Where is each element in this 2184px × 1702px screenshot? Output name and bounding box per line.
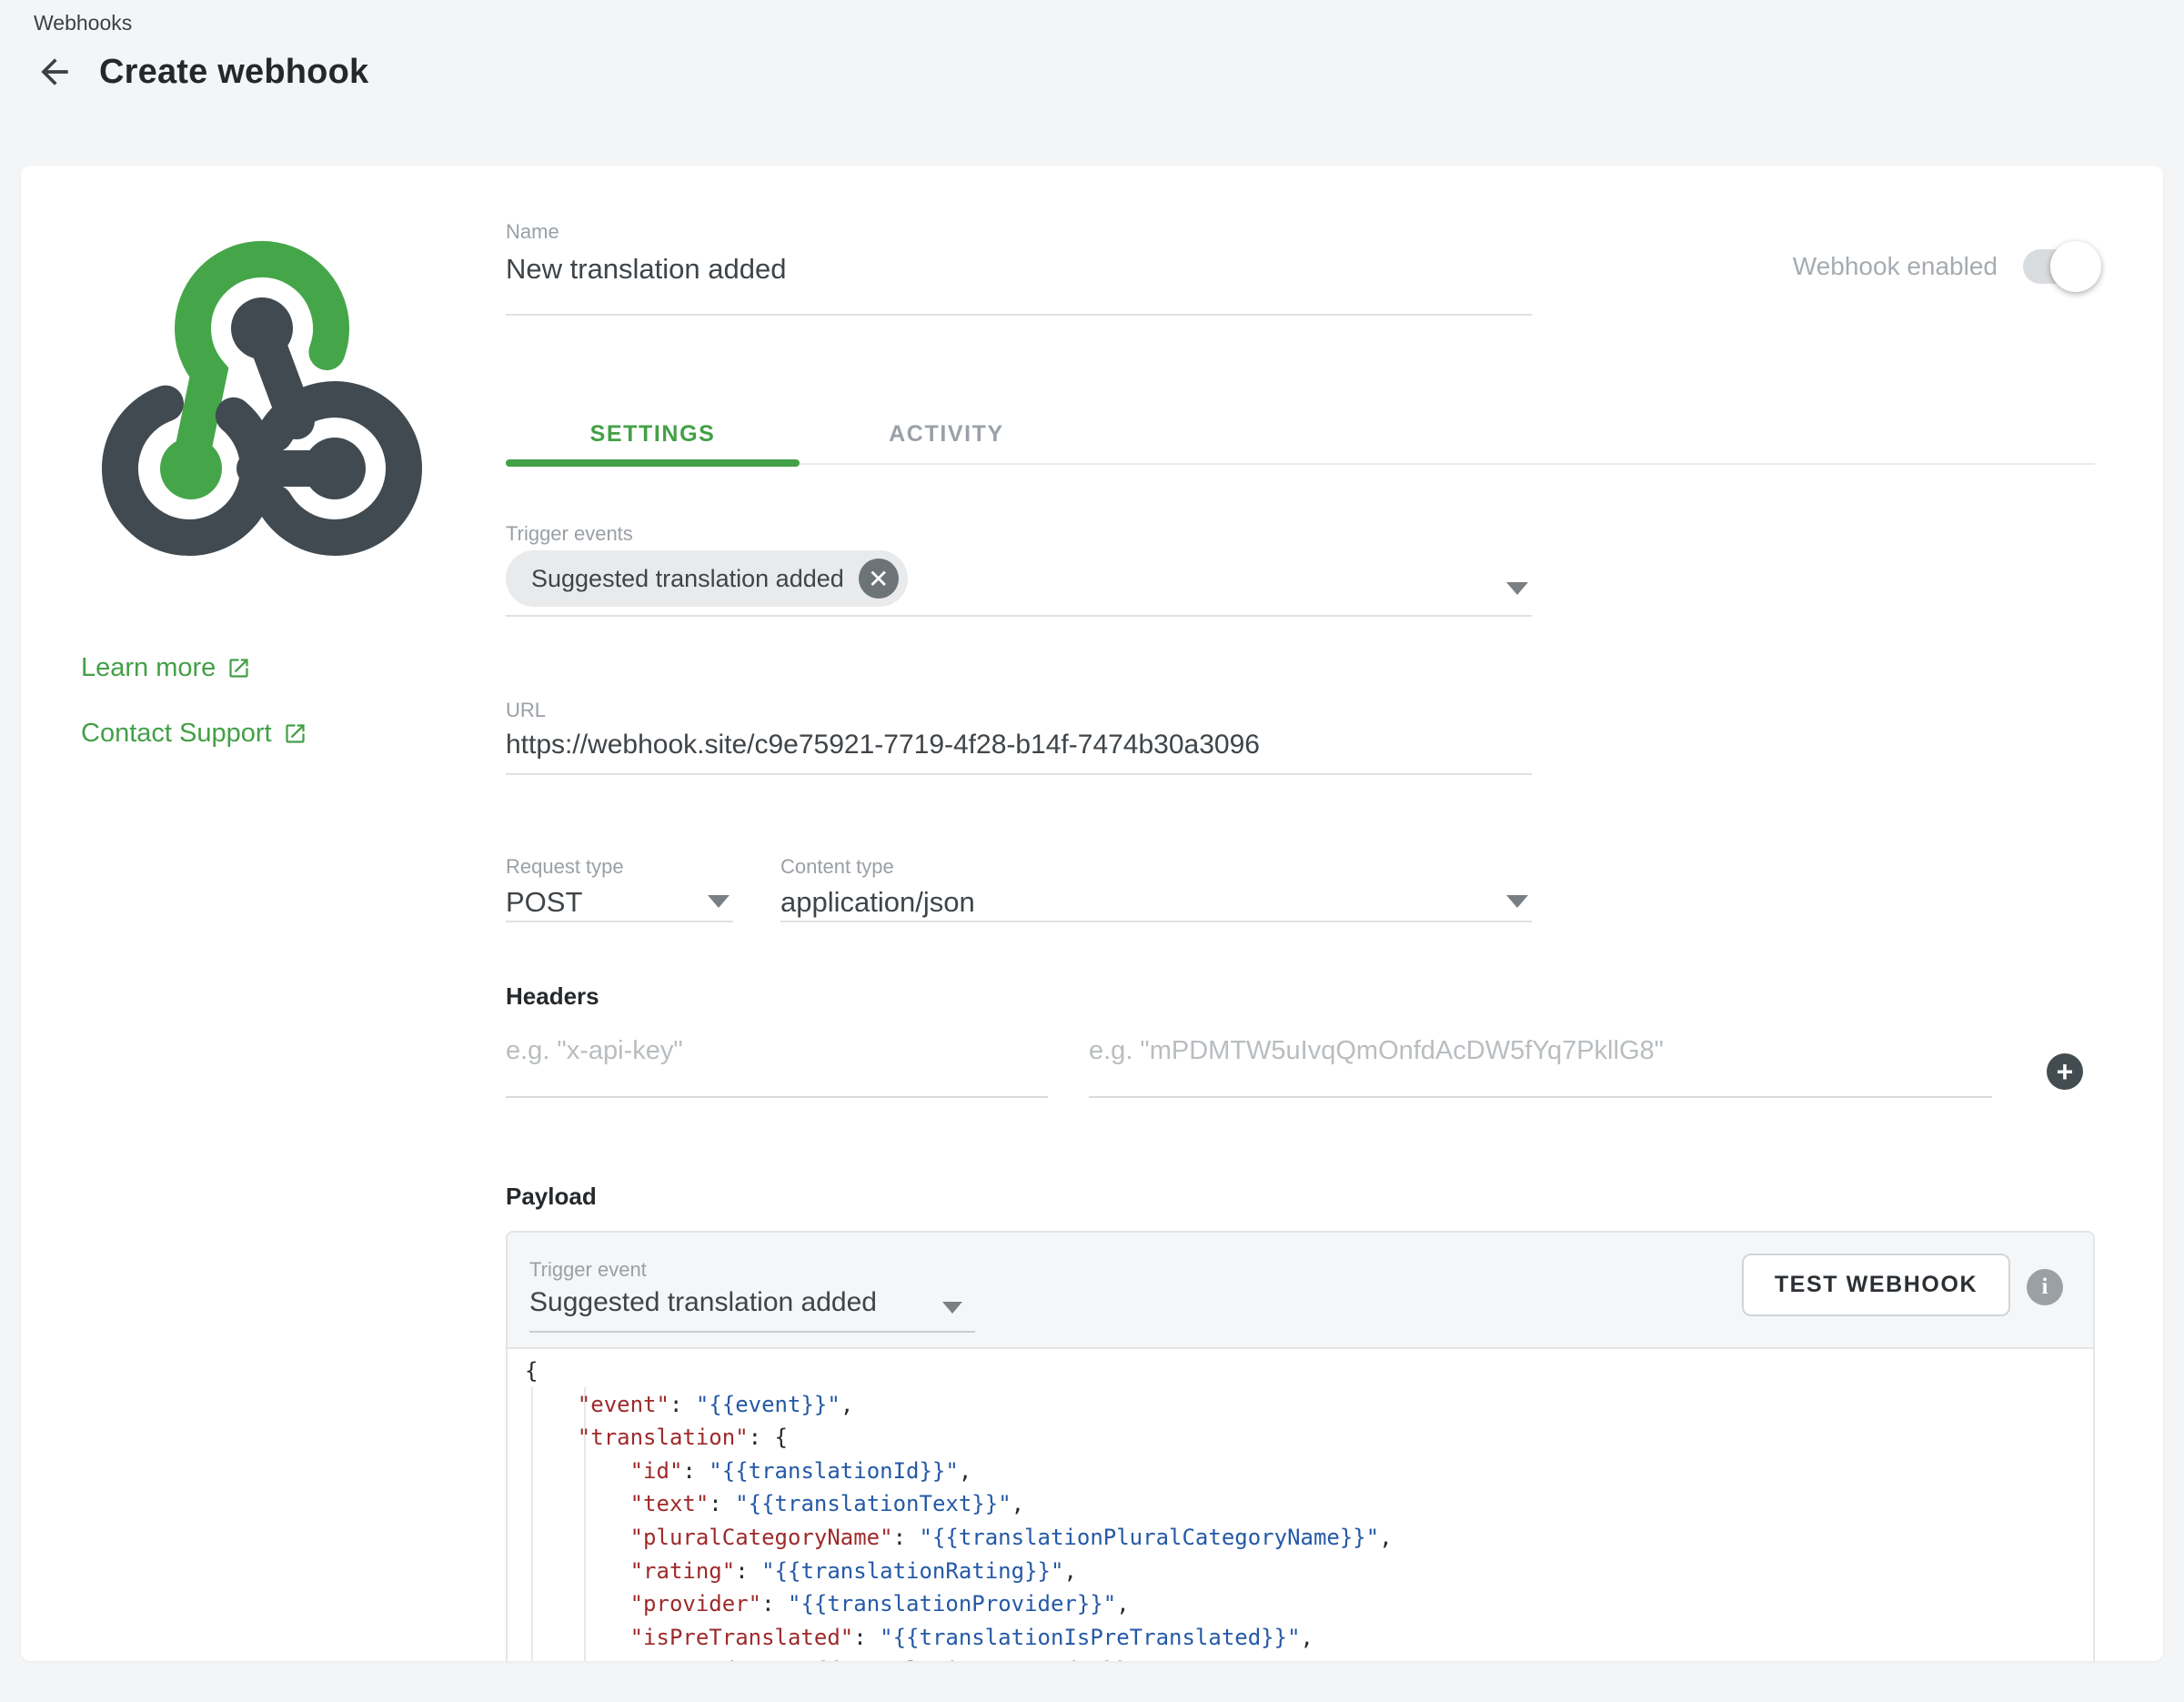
header-key-input[interactable] bbox=[506, 1024, 1048, 1077]
webhook-enabled-label: Webhook enabled bbox=[1793, 252, 1998, 281]
header-value-underline bbox=[1089, 1096, 1992, 1098]
name-label: Name bbox=[506, 220, 559, 244]
request-type-select[interactable]: POST bbox=[506, 886, 582, 919]
arrow-back-icon bbox=[35, 52, 75, 92]
webhook-enabled-row: Webhook enabled bbox=[1793, 249, 2092, 284]
tab-bar: SETTINGS ACTIVITY bbox=[506, 409, 1093, 459]
payload-code: { "event": "{{event}}", "translation": {… bbox=[525, 1355, 1393, 1661]
name-underline bbox=[506, 314, 1532, 316]
active-tab-indicator bbox=[506, 459, 800, 467]
url-label: URL bbox=[506, 699, 546, 722]
payload-trigger-event-select[interactable]: Suggested translation added bbox=[529, 1287, 877, 1318]
learn-more-label: Learn more bbox=[81, 653, 216, 683]
trigger-events-underline[interactable] bbox=[506, 615, 1532, 617]
payload-trigger-event-label: Trigger event bbox=[529, 1258, 647, 1282]
chevron-down-icon bbox=[1506, 582, 1528, 595]
header-key-underline bbox=[506, 1096, 1048, 1098]
content-type-underline bbox=[780, 921, 1532, 922]
webhook-card: Learn more Contact Support Name Webhook … bbox=[21, 166, 2163, 1661]
contact-support-label: Contact Support bbox=[81, 719, 272, 749]
headers-heading: Headers bbox=[506, 982, 599, 1011]
webhook-enabled-toggle[interactable] bbox=[2023, 249, 2092, 284]
external-link-icon bbox=[226, 656, 251, 680]
title-row: Create webhook bbox=[34, 51, 368, 93]
header-value-input[interactable] bbox=[1089, 1024, 1992, 1077]
url-input[interactable] bbox=[506, 730, 1525, 760]
tab-activity[interactable]: ACTIVITY bbox=[800, 409, 1093, 459]
create-webhook-page: Webhooks Create webhook Learn more bbox=[0, 0, 2184, 1702]
chevron-down-icon bbox=[1506, 895, 1528, 908]
content-type-select[interactable]: application/json bbox=[780, 886, 975, 919]
payload-code-editor[interactable]: { "event": "{{event}}", "translation": {… bbox=[508, 1351, 2093, 1661]
page-title: Create webhook bbox=[99, 53, 368, 92]
add-header-button[interactable]: + bbox=[2047, 1053, 2083, 1090]
chip-remove-button[interactable]: ✕ bbox=[859, 559, 899, 599]
learn-more-link[interactable]: Learn more bbox=[81, 653, 251, 683]
webhook-logo bbox=[80, 224, 444, 584]
name-input[interactable] bbox=[506, 253, 1506, 286]
plus-icon: + bbox=[2057, 1055, 2074, 1089]
breadcrumb[interactable]: Webhooks bbox=[34, 11, 132, 35]
chip-label: Suggested translation added bbox=[531, 565, 844, 593]
tab-settings[interactable]: SETTINGS bbox=[506, 409, 800, 459]
payload-heading: Payload bbox=[506, 1183, 597, 1211]
toggle-thumb bbox=[2050, 241, 2101, 292]
back-button[interactable] bbox=[34, 51, 75, 93]
trigger-event-chip: Suggested translation added ✕ bbox=[506, 550, 908, 607]
url-underline bbox=[506, 773, 1532, 775]
contact-support-link[interactable]: Contact Support bbox=[81, 719, 307, 749]
request-type-underline bbox=[506, 921, 733, 922]
test-webhook-button[interactable]: TEST WEBHOOK bbox=[1742, 1254, 2010, 1316]
info-icon[interactable]: i bbox=[2027, 1269, 2063, 1305]
chevron-down-icon bbox=[942, 1302, 962, 1314]
payload-panel-header: Trigger event Suggested translation adde… bbox=[508, 1233, 2093, 1349]
content-type-label: Content type bbox=[780, 855, 894, 879]
external-link-icon bbox=[283, 721, 307, 746]
chevron-down-icon bbox=[708, 895, 730, 908]
payload-panel: Trigger event Suggested translation adde… bbox=[506, 1231, 2095, 1661]
request-type-label: Request type bbox=[506, 855, 624, 879]
trigger-events-label: Trigger events bbox=[506, 522, 633, 546]
payload-trigger-event-underline bbox=[529, 1331, 975, 1333]
